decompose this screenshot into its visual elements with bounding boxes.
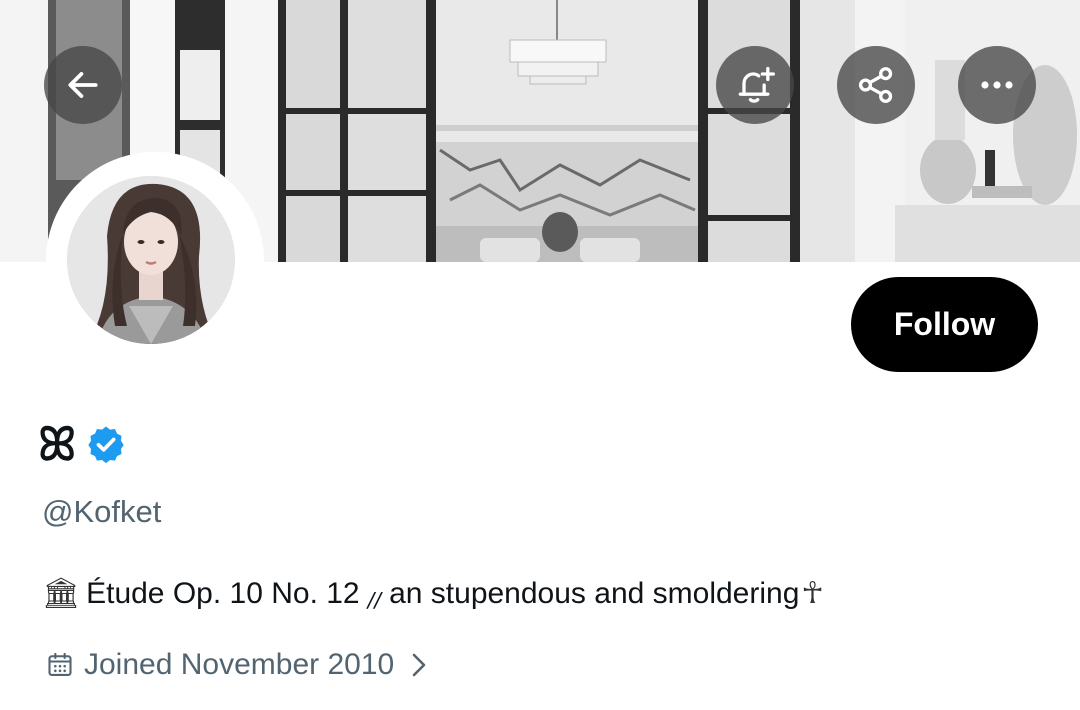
notifications-button[interactable] [716, 46, 794, 124]
share-button[interactable] [837, 46, 915, 124]
share-icon [858, 67, 893, 103]
chevron-right-icon [412, 653, 426, 677]
bio-separator: // [367, 588, 382, 612]
more-icon [981, 81, 1013, 89]
classical-building-icon: 🏛 [42, 576, 81, 611]
back-button[interactable] [44, 46, 122, 124]
arrow-left-icon [68, 72, 98, 98]
follow-button[interactable]: Follow [851, 277, 1038, 372]
display-name: ꕤ [38, 417, 77, 471]
joined-date: Joined November 2010 [84, 648, 395, 681]
bio: 🏛 Étude Op. 10 No. 12 // an stupendous a… [42, 574, 824, 614]
user-handle: @Kofket [42, 494, 162, 529]
more-options-button[interactable] [958, 46, 1036, 124]
bell-plus-icon [738, 66, 775, 103]
avatar-border [46, 152, 264, 370]
calendar-icon [48, 652, 72, 676]
bio-text-2: an stupendous and smoldering [389, 577, 800, 610]
joined-date-row[interactable]: Joined November 2010 [46, 646, 430, 684]
verified-badge-icon[interactable] [86, 424, 126, 464]
bio-text-1: Étude Op. 10 No. 12 [86, 577, 360, 610]
display-name-row: ꕤ [38, 418, 126, 470]
ankh-icon: ☥ [801, 576, 824, 611]
